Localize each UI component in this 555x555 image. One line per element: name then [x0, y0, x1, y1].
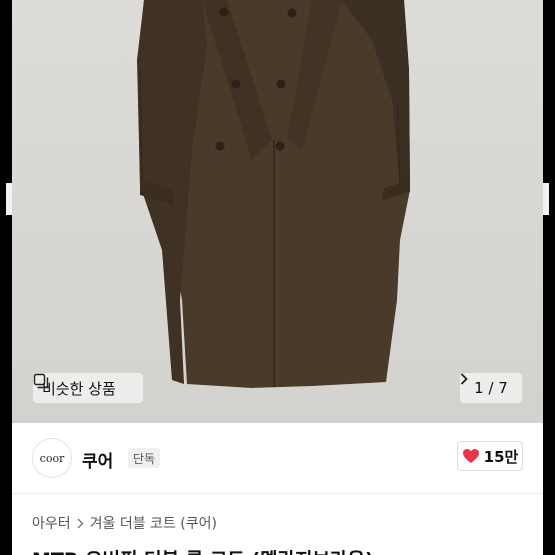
shop-row: coor 쿠어 단독 15만 [32, 438, 523, 478]
like-button[interactable]: 15만 [457, 441, 523, 471]
image-counter-button[interactable]: 1 / 7 [460, 373, 522, 403]
chevron-right-icon [460, 373, 468, 385]
image-gallery[interactable]: 비슷한 상품 1 / 7 [12, 0, 543, 423]
heart-icon [462, 449, 479, 463]
product-card: 비슷한 상품 1 / 7 coor 쿠어 단독 15만 아우터 겨울 더블 코트… [12, 0, 543, 555]
similar-items-label: 비슷한 상품 [42, 379, 116, 398]
divider [12, 493, 543, 494]
breadcrumb-item-outer[interactable]: 아우터 [32, 513, 71, 533]
like-count: 15만 [483, 447, 519, 466]
chevron-right-icon [77, 518, 84, 528]
image-counter: 1 / 7 [474, 379, 508, 397]
coat-image [137, 0, 410, 388]
shop-name[interactable]: 쿠어 [82, 447, 113, 472]
similar-items-icon [33, 373, 49, 389]
similar-items-button[interactable]: 비슷한 상품 [33, 373, 143, 403]
gallery-next-edge[interactable] [543, 183, 549, 215]
shop-logo-text: coor [39, 451, 65, 465]
product-title: MTR 오버핏 더블 롱 코트 (멜란지브라운) [32, 545, 374, 555]
breadcrumb: 아우터 겨울 더블 코트 (쿠어) [32, 513, 217, 533]
exclusive-badge: 단독 [128, 448, 161, 468]
shop-logo[interactable]: coor [32, 438, 72, 478]
breadcrumb-item-category[interactable]: 겨울 더블 코트 (쿠어) [90, 513, 217, 533]
